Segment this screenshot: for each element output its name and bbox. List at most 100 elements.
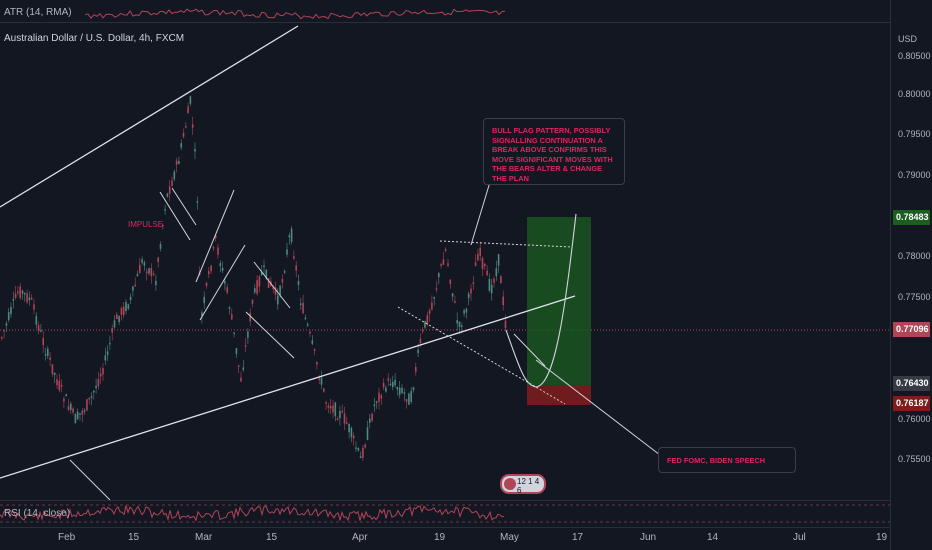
candle-body (196, 201, 199, 203)
time-tick: Feb (58, 532, 76, 543)
rsi-chart (0, 504, 890, 523)
candle-body (419, 338, 422, 344)
candle-body (467, 293, 470, 299)
candle-body (240, 377, 242, 382)
price-axis[interactable] (890, 0, 932, 550)
candle-body (14, 293, 17, 299)
candle-body (461, 325, 463, 328)
candle-body (171, 180, 173, 187)
candle-body (102, 368, 104, 375)
candle-body (157, 257, 159, 262)
time-tick: 19 (434, 532, 446, 543)
candle-body (175, 160, 178, 165)
candle-body (396, 387, 399, 390)
bull-flag-callout[interactable]: BULL FLAG PATTERN, POSSIBLY SIGNALLING C… (483, 118, 625, 185)
candle-body (33, 304, 35, 310)
candle-body (203, 296, 205, 304)
candle-body (366, 427, 369, 440)
candle-body (5, 323, 8, 326)
candle-body (412, 387, 415, 391)
candle-body (116, 314, 118, 320)
channel-line-4 (245, 311, 295, 359)
candle-body (129, 296, 132, 301)
candle-body (417, 349, 419, 354)
candle-body (251, 299, 254, 304)
candle-body (189, 96, 192, 104)
candle-body (283, 271, 286, 273)
candle-body (79, 413, 81, 415)
candle-body (97, 379, 100, 387)
time-tick: Jun (640, 532, 657, 543)
candle-body (244, 345, 247, 347)
candle-body (7, 312, 10, 321)
candlestick-series (1, 95, 507, 462)
candle-body (398, 387, 401, 395)
candle-body (37, 325, 40, 331)
candle-body (40, 329, 42, 332)
candle-body (42, 338, 44, 346)
events-badge[interactable]: 12 1 4 6 (500, 474, 546, 495)
candle-body (125, 301, 127, 312)
candle-body (109, 342, 111, 345)
candle-body (405, 399, 408, 402)
candle-body (433, 297, 435, 299)
time-tick: May (500, 532, 519, 543)
candle-body (378, 392, 380, 402)
candle-body (302, 302, 304, 314)
candle-body (500, 276, 502, 284)
candle-body (348, 424, 350, 433)
candle-body (311, 340, 314, 344)
candle-body (493, 278, 495, 283)
candle-body (254, 288, 256, 293)
candle-body (369, 418, 371, 423)
time-tick: Jul (793, 532, 806, 543)
time-axis-separator (0, 527, 890, 528)
candle-body (74, 414, 77, 424)
candle-body (336, 418, 339, 420)
candle-body (451, 293, 454, 297)
price-tag-current: 0.77096 (893, 322, 930, 337)
candle-body (479, 247, 481, 256)
candle-body (178, 161, 180, 164)
candle-body (362, 447, 364, 458)
time-tick: 17 (572, 532, 584, 543)
price-chart[interactable] (0, 22, 890, 500)
candle-body (346, 422, 348, 424)
candle-body (504, 320, 507, 329)
candle-body (187, 106, 189, 114)
candle-body (1, 337, 3, 339)
lower-diagonal-line (69, 459, 111, 500)
candle-body (88, 397, 90, 400)
event-flag-icon (504, 478, 516, 490)
candle-body (182, 132, 185, 137)
price-tick: 0.80000 (898, 89, 931, 99)
candle-body (113, 320, 116, 328)
candle-body (256, 280, 258, 294)
candle-body (288, 235, 291, 238)
candle-body (208, 271, 210, 274)
price-axis-currency: USD (898, 34, 918, 44)
candle-body (474, 262, 477, 267)
candle-body (502, 296, 504, 306)
candle-body (99, 373, 102, 377)
candle-body (148, 268, 150, 274)
candle-body (364, 444, 366, 448)
candle-body (465, 308, 468, 313)
candle-body (313, 349, 316, 351)
impulse-annotation[interactable]: IMPULSE (128, 220, 163, 229)
candle-body (435, 288, 438, 290)
candle-body (470, 288, 472, 294)
candle-body (221, 267, 224, 271)
candle-body (155, 280, 157, 286)
price-tick: 0.77500 (898, 292, 931, 302)
candle-body (17, 291, 19, 294)
candle-body (217, 247, 219, 255)
candle-body (431, 302, 433, 310)
fed-callout[interactable]: FED FOMC, BIDEN SPEECH (658, 447, 796, 473)
channel-line-1 (195, 189, 235, 283)
candle-body (410, 390, 412, 402)
rsi-indicator-label[interactable]: RSI (14, close) (4, 508, 70, 519)
candle-body (150, 267, 153, 277)
candle-body (164, 209, 166, 211)
candle-body (325, 402, 327, 404)
